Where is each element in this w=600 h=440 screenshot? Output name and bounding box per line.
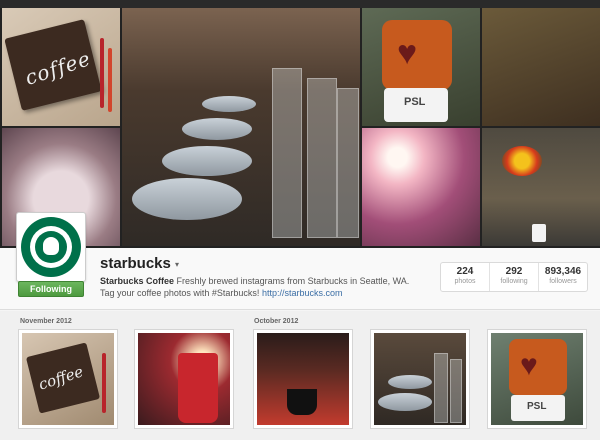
month-heading: November 2012 [20,318,72,325]
tasting-bowl [202,96,256,112]
heart-icon: ♥ [397,34,418,72]
cup [532,224,546,242]
cover-photo-cupping[interactable] [122,8,360,246]
paintbrush [100,38,104,108]
tasting-bowl [378,393,432,411]
stat-label: following [500,278,528,285]
cover-collage: coffee ♥ PSL [0,8,600,248]
tasting-bowl [162,146,252,176]
stat-label: followers [549,278,577,285]
photo-thumb[interactable]: coffee [18,329,118,429]
profile-bio: Starbucks Coffee Freshly brewed instagra… [100,275,420,299]
psl-label: PSL [404,96,426,108]
avatar[interactable] [16,212,86,282]
photo-thumb[interactable] [370,329,470,429]
stat-label: photos [454,278,476,285]
stat-count: 292 [505,266,523,277]
red-cup [178,353,218,423]
cover-photo-boots[interactable] [482,8,600,126]
paintbrush [102,353,106,413]
paintbrush [108,48,112,112]
tasting-bowl [388,375,432,389]
chevron-down-icon[interactable]: ▾ [175,260,179,269]
heart-icon: ♥ [520,349,538,382]
username: starbucks [100,255,171,272]
starbucks-logo-icon [21,217,81,277]
photo-grid: November 2012 October 2012 coffee ♥ PSL [0,311,600,440]
cover-photo-coffee-tile[interactable]: coffee [2,8,120,126]
glass-row [272,68,302,238]
coffee-mug [287,389,317,415]
stat-count: 893,346 [544,266,582,277]
stats-box: 224 photos 292 following 893,346 followe… [440,262,588,292]
knit-sleeve [509,339,567,395]
tasting-bowl [182,118,252,140]
stat-followers[interactable]: 893,346 followers [539,263,587,291]
display-name: Starbucks Coffee [100,276,175,286]
stat-count: 224 [456,266,474,277]
stat-following[interactable]: 292 following [490,263,539,291]
photo-thumb[interactable] [134,329,234,429]
cover-photo-bokeh[interactable] [362,128,480,246]
tasting-bowl [132,178,242,220]
website-link[interactable]: http://starbucks.com [262,288,343,298]
cover-photo-psl-cup[interactable]: ♥ PSL [362,8,480,126]
flower-bouquet [502,146,542,176]
cover-photo-flowers[interactable] [482,128,600,246]
following-button[interactable]: Following [18,281,84,297]
glass-row [434,353,448,423]
psl-label: PSL [527,401,547,412]
glass-row [337,88,359,238]
photo-thumb[interactable]: ♥ PSL [487,329,587,429]
top-bar [0,0,600,8]
month-heading: October 2012 [254,318,299,325]
stat-photos[interactable]: 224 photos [441,263,490,291]
glass-row [307,78,337,238]
glass-row [450,359,462,423]
photo-thumb[interactable] [253,329,353,429]
